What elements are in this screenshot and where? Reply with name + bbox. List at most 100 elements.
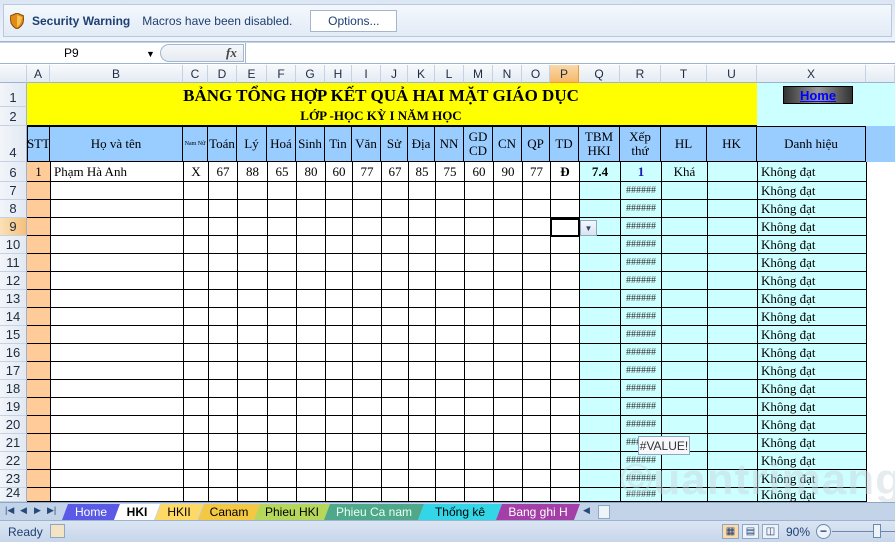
grid-cell[interactable] (435, 344, 464, 362)
grid-cell[interactable] (208, 398, 237, 416)
grid-cell[interactable] (435, 434, 464, 452)
grid-cell[interactable] (579, 308, 620, 326)
grid-cell[interactable] (493, 470, 522, 488)
sheet-tab-canam[interactable]: Canam (198, 504, 260, 520)
grid-cell-blank[interactable] (866, 434, 895, 452)
grid-cell[interactable]: Không đạt (757, 308, 866, 326)
grid-cell[interactable] (183, 326, 208, 344)
grid-cell[interactable]: ###### (620, 182, 661, 200)
column-header-D[interactable]: D (208, 65, 237, 83)
grid-cell[interactable] (493, 182, 522, 200)
column-header-L[interactable]: L (435, 65, 464, 83)
grid-cell[interactable] (183, 416, 208, 434)
grid-cell[interactable] (579, 182, 620, 200)
grid-cell[interactable] (381, 362, 408, 380)
grid-cell[interactable] (352, 272, 381, 290)
next-sheet-icon[interactable]: ▶ (34, 505, 41, 516)
grid-cell-blank[interactable] (866, 452, 895, 470)
column-header-M[interactable]: M (464, 65, 493, 83)
grid-cell[interactable] (435, 488, 464, 502)
grid-cell[interactable] (183, 380, 208, 398)
grid-cell[interactable] (183, 344, 208, 362)
grid-cell[interactable] (296, 218, 325, 236)
page-layout-icon[interactable]: ▤ (742, 524, 759, 539)
selected-cell[interactable] (550, 218, 580, 237)
grid-cell[interactable] (493, 362, 522, 380)
grid-cell[interactable]: Không đạt (757, 470, 866, 488)
grid-cell[interactable] (381, 344, 408, 362)
column-header-E[interactable]: E (237, 65, 267, 83)
grid-cell[interactable] (325, 344, 352, 362)
grid-cell[interactable] (707, 452, 757, 470)
page-break-preview-icon[interactable]: ◫ (762, 524, 779, 539)
grid-cell[interactable] (325, 416, 352, 434)
grid-cell[interactable] (550, 290, 579, 308)
grid-cell[interactable] (522, 470, 550, 488)
grid-cell[interactable] (661, 218, 707, 236)
grid-cell[interactable] (381, 308, 408, 326)
grid-cell[interactable] (237, 470, 267, 488)
grid-cell[interactable] (408, 452, 435, 470)
grid-cell[interactable] (296, 398, 325, 416)
grid-cell[interactable] (464, 182, 493, 200)
grid-cell[interactable] (352, 236, 381, 254)
grid-cell[interactable] (237, 452, 267, 470)
grid-cell[interactable]: ###### (620, 344, 661, 362)
grid-cell[interactable] (50, 380, 183, 398)
grid-cell-blank[interactable] (866, 236, 895, 254)
grid-cell[interactable] (352, 416, 381, 434)
grid-cell[interactable] (296, 326, 325, 344)
grid-cell[interactable]: ###### (620, 470, 661, 488)
grid-cell[interactable] (267, 344, 296, 362)
grid-cell[interactable] (325, 200, 352, 218)
grid-cell[interactable] (50, 218, 183, 236)
grid-cell[interactable] (183, 488, 208, 502)
grid-cell[interactable] (550, 200, 579, 218)
grid-cell[interactable] (325, 290, 352, 308)
grid-cell[interactable] (352, 326, 381, 344)
grid-cell[interactable]: Không đạt (757, 434, 866, 452)
grid-cell[interactable] (50, 434, 183, 452)
grid-cell[interactable] (550, 488, 579, 502)
grid-cell[interactable] (522, 272, 550, 290)
sheet-tab-bang-ghi-h[interactable]: Bang ghi H (496, 504, 580, 520)
grid-cell[interactable] (267, 488, 296, 502)
grid-cell[interactable]: ###### (620, 254, 661, 272)
grid-cell[interactable] (408, 308, 435, 326)
grid-cell[interactable] (296, 200, 325, 218)
grid-cell[interactable]: Không đạt (757, 452, 866, 470)
grid-cell[interactable] (464, 236, 493, 254)
grid-cell[interactable] (27, 398, 50, 416)
grid-cell-blank[interactable] (866, 308, 895, 326)
grid-cell[interactable] (296, 452, 325, 470)
grid-cell[interactable] (27, 344, 50, 362)
grid-cell[interactable] (579, 290, 620, 308)
grid-cell[interactable] (550, 398, 579, 416)
grid-cell[interactable] (381, 272, 408, 290)
grid-cell[interactable] (325, 398, 352, 416)
grid-cell[interactable] (464, 380, 493, 398)
grid-cell[interactable] (352, 308, 381, 326)
grid-cell[interactable] (707, 380, 757, 398)
grid-cell[interactable] (493, 236, 522, 254)
grid-cell[interactable] (493, 452, 522, 470)
grid-cell[interactable] (435, 470, 464, 488)
grid-cell[interactable] (493, 344, 522, 362)
grid-cell[interactable] (50, 398, 183, 416)
grid-cell[interactable] (237, 434, 267, 452)
grid-cell[interactable] (464, 416, 493, 434)
grid-cell[interactable]: Không đạt (757, 290, 866, 308)
grid-cell[interactable] (352, 344, 381, 362)
grid-cell[interactable] (237, 344, 267, 362)
column-header-K[interactable]: K (408, 65, 435, 83)
grid-cell[interactable] (707, 290, 757, 308)
grid-cell[interactable] (237, 362, 267, 380)
grid-cell[interactable] (408, 398, 435, 416)
grid-cell[interactable]: 77 (522, 162, 550, 182)
grid-cell[interactable] (183, 200, 208, 218)
grid-cell[interactable] (27, 362, 50, 380)
grid-cell[interactable] (352, 362, 381, 380)
grid-cell[interactable]: 67 (208, 162, 237, 182)
grid-cell-blank[interactable] (866, 380, 895, 398)
grid-cell[interactable] (237, 290, 267, 308)
